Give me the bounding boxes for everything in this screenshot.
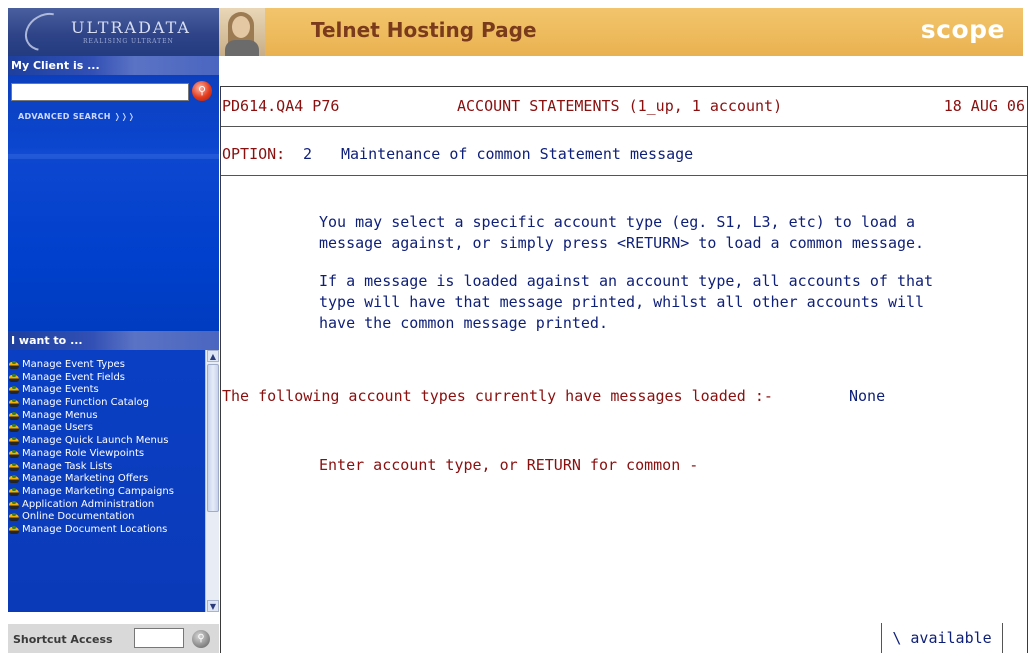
shortcut-access-label: Shortcut Access [13,633,113,646]
hard-hat-icon [8,361,21,370]
menu-item-label: Manage Users [22,422,93,434]
telnet-terminal[interactable]: PD614.QA4 P76 ACCOUNT STATEMENTS (1_up, … [220,86,1028,653]
menu-item-label: Manage Document Locations [22,523,168,535]
hard-hat-icon [8,462,21,472]
hard-hat-icon [8,500,21,510]
client-panel-heading: My Client is ... [8,56,219,75]
logo-tagline: REALISING ULTRATEN [83,38,174,45]
option-label: OPTION: [222,145,286,163]
menu-item[interactable]: Online Documentation [8,512,204,523]
screen-date: 18 AUG 06 [943,97,1025,115]
menu-item[interactable]: Manage Role Viewpoints [8,447,204,460]
portrait-body [225,40,259,56]
instructions-line-4: type will have that message printed, whi… [319,293,925,311]
advanced-search-label: ADVANCED SEARCH [18,112,111,121]
portrait-face [232,16,250,38]
menu-scrollbar[interactable]: ▲ ▼ [205,350,219,612]
client-search-input[interactable] [11,83,189,101]
hard-hat-icon [8,386,21,395]
loaded-types-value: None [849,387,886,405]
menu-item[interactable]: Manage Quick Launch Menus [8,436,204,447]
menu-item[interactable]: Manage Task Lists [8,460,204,473]
menu-item-label: Manage Marketing Offers [22,473,149,485]
hard-hat-icon [8,513,21,522]
menu-item[interactable]: Manage Marketing Campaigns [8,485,204,498]
status-indicator: \ available [881,623,1003,653]
user-portrait-image [219,8,265,56]
menu-item-label: Manage Menus [22,409,98,421]
shortcut-access-input[interactable] [134,628,184,648]
instructions-line-3: If a message is loaded against an accoun… [319,272,934,290]
program-id: PD614.QA4 P76 [222,97,340,115]
hard-hat-icon [8,475,21,484]
scroll-up-icon[interactable]: ▲ [207,350,219,362]
menu-item-label: Application Administration [22,498,155,510]
menu-item-label: Manage Task Lists [22,460,113,472]
account-type-prompt[interactable]: Enter account type, or RETURN for common… [319,455,698,475]
logo-swoosh-icon [17,8,75,56]
menu-item[interactable]: Manage Menus [8,409,204,422]
scroll-thumb[interactable] [207,364,219,512]
hard-hat-icon [8,449,21,459]
option-divider [221,175,1027,176]
task-menu: Manage Event Types Manage Event Fields Man… [8,350,219,612]
scope-logo: scope [920,15,1005,44]
task-menu-list: Manage Event Types Manage Event Fields Man… [8,359,204,538]
page-title: Telnet Hosting Page [311,18,537,42]
page-header: Telnet Hosting Page scope [219,8,1023,56]
loaded-types-label: The following account types currently ha… [222,387,773,405]
screen-title: ACCOUNT STATEMENTS (1_up, 1 account) [457,97,783,115]
search-icon[interactable]: ⚲ [192,81,212,101]
menu-item-label: Manage Event Types [22,359,125,370]
chevrons-icon: ❭❭❭ [110,112,135,121]
menu-item[interactable]: Manage Marketing Offers [8,474,204,485]
logo-brand: ULTRADATA [71,18,191,37]
client-search-panel: ⚲ ADVANCED SEARCH ❭❭❭ [8,75,219,147]
instructions-line-2: message against, or simply press <RETURN… [319,234,925,252]
menu-item-label: Manage Quick Launch Menus [22,435,169,447]
hard-hat-icon [8,437,21,446]
instructions-line-1: You may select a specific account type (… [319,213,916,231]
menu-item[interactable]: Manage Event Fields [8,371,204,384]
menu-item[interactable]: Manage Event Types [8,359,204,371]
i-want-to-heading: I want to ... [8,331,219,350]
left-sidebar: ULTRADATA REALISING ULTRATEN My Client i… [8,8,219,653]
option-description: Maintenance of common Statement message [341,145,694,163]
menu-item-label: Online Documentation [22,511,135,523]
menu-item[interactable]: Manage Events [8,385,204,396]
hard-hat-icon [8,424,21,433]
menu-item[interactable]: Manage Document Locations [8,523,204,536]
menu-item-label: Manage Role Viewpoints [22,447,145,459]
menu-item[interactable]: Application Administration [8,498,204,511]
hard-hat-icon [8,487,21,497]
menu-item[interactable]: Manage Function Catalog [8,398,204,409]
hard-hat-icon [8,399,21,408]
menu-item-label: Manage Events [22,384,99,396]
sidebar-spacer [8,147,219,331]
menu-item[interactable]: Manage Users [8,423,204,434]
shortcut-go-icon[interactable]: ⚲ [192,630,210,648]
hard-hat-icon [8,525,21,535]
header-divider [221,126,1027,127]
instructions-line-5: have the common message printed. [319,314,608,332]
menu-item-label: Manage Function Catalog [22,397,150,409]
scroll-down-icon[interactable]: ▼ [207,600,219,612]
shortcut-access-bar: Shortcut Access ⚲ [8,624,219,653]
menu-item-label: Manage Event Fields [22,371,126,383]
ultradata-logo: ULTRADATA REALISING ULTRATEN [8,8,219,56]
hard-hat-icon [8,411,21,421]
advanced-search-link[interactable]: ADVANCED SEARCH ❭❭❭ [18,112,135,121]
sidebar-divider [8,154,219,159]
menu-item-label: Manage Marketing Campaigns [22,485,174,497]
option-number: 2 [303,145,313,163]
hard-hat-icon [8,373,21,383]
